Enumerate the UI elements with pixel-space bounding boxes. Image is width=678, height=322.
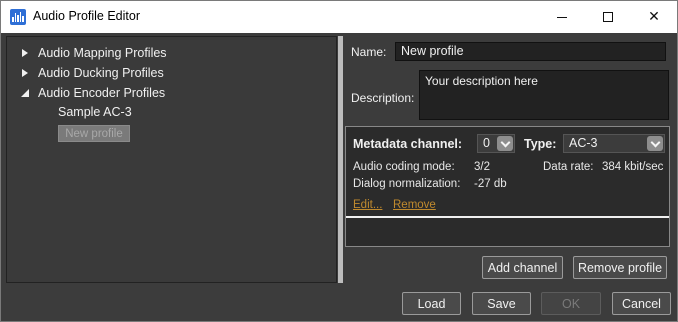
name-input[interactable]: New profile	[395, 42, 666, 61]
dialog-normalization-label: Dialog normalization:	[353, 178, 461, 190]
ok-button[interactable]: OK	[541, 292, 601, 315]
load-button[interactable]: Load	[402, 292, 461, 315]
description-label: Description:	[351, 91, 415, 105]
save-button[interactable]: Save	[472, 292, 531, 315]
metadata-channel-box: Metadata channel: 0 Type: AC-3 Audio cod…	[345, 126, 670, 247]
close-button[interactable]: ✕	[631, 1, 677, 33]
tree-item-sample-ac3[interactable]: Sample AC-3	[58, 105, 132, 119]
divider	[346, 216, 669, 218]
audio-profile-editor-window: Audio Profile Editor ✕ Audio Mapping Pro…	[0, 0, 678, 322]
tree-item-audio-mapping-profiles[interactable]: Audio Mapping Profiles	[7, 44, 327, 62]
expand-arrow-icon[interactable]	[20, 68, 30, 78]
tree-item-new-profile[interactable]: New profile	[58, 125, 130, 142]
add-channel-button[interactable]: Add channel	[482, 256, 563, 279]
type-label: Type:	[524, 137, 557, 151]
title-bar[interactable]: Audio Profile Editor ✕	[1, 1, 677, 33]
data-rate-value: 384 kbit/sec	[602, 161, 664, 173]
close-icon: ✕	[648, 9, 660, 25]
audio-coding-mode-label: Audio coding mode:	[353, 161, 455, 173]
audio-coding-mode-value: 3/2	[474, 161, 490, 173]
metadata-channel-label: Metadata channel:	[353, 137, 463, 151]
maximize-icon	[603, 12, 613, 22]
minimize-button[interactable]	[539, 1, 585, 33]
maximize-button[interactable]	[585, 1, 631, 33]
tree-item-audio-encoder-profiles[interactable]: Audio Encoder Profiles	[7, 84, 327, 102]
dialog-normalization-value: -27 db	[474, 178, 507, 190]
name-label: Name:	[351, 45, 387, 59]
metadata-channel-select[interactable]: 0	[477, 134, 515, 153]
remove-profile-button[interactable]: Remove profile	[573, 256, 667, 279]
app-icon	[10, 9, 26, 25]
edit-link[interactable]: Edit...	[353, 199, 382, 211]
profile-tree: Audio Mapping Profiles Audio Ducking Pro…	[6, 36, 337, 283]
cancel-button[interactable]: Cancel	[612, 292, 671, 315]
tree-item-audio-ducking-profiles[interactable]: Audio Ducking Profiles	[7, 64, 327, 82]
minimize-icon	[557, 16, 567, 18]
profile-details-panel: Name: New profile Description: Your desc…	[343, 36, 673, 283]
window-title: Audio Profile Editor	[33, 9, 141, 23]
data-rate-label: Data rate:	[543, 161, 594, 173]
chevron-down-icon	[647, 136, 663, 151]
remove-link[interactable]: Remove	[393, 199, 436, 211]
description-input[interactable]: Your description here	[419, 70, 669, 120]
expand-arrow-icon[interactable]	[20, 48, 30, 58]
collapse-arrow-icon[interactable]	[20, 88, 30, 98]
type-select[interactable]: AC-3	[563, 134, 665, 153]
chevron-down-icon	[497, 136, 513, 151]
